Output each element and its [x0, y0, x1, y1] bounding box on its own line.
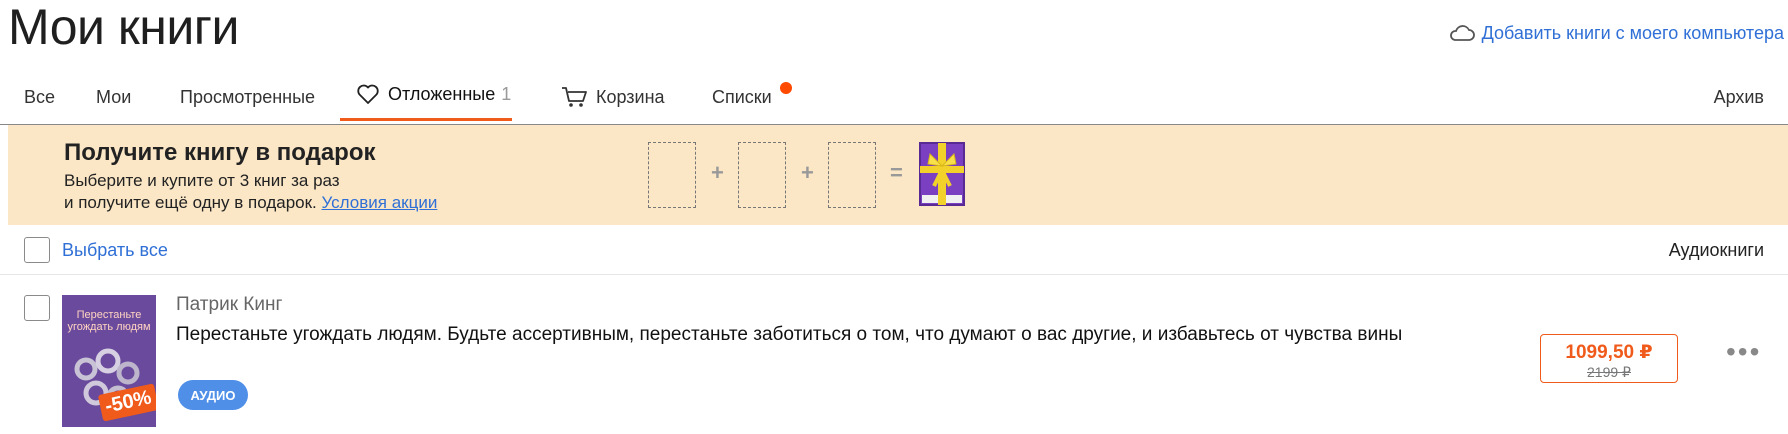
select-all-checkbox[interactable] — [24, 237, 50, 263]
select-all-link[interactable]: Выбрать все — [62, 240, 168, 261]
add-books-label: Добавить книги с моего компьютера — [1481, 22, 1784, 43]
tab-all[interactable]: Все — [24, 70, 55, 124]
tab-all-label: Все — [24, 86, 56, 107]
tab-viewed-label: Просмотренные — [180, 86, 316, 107]
promo-text-line2: и получите ещё одну в подарок. Условия а… — [64, 193, 437, 213]
tab-archive[interactable]: Архив — [1714, 70, 1764, 124]
book-checkbox[interactable] — [24, 295, 50, 321]
tab-viewed[interactable]: Просмотренные — [180, 70, 315, 124]
audiobooks-filter[interactable]: Аудиокниги — [1669, 240, 1764, 261]
book-title[interactable]: Перестаньте угождать людям. Будьте ассер… — [176, 325, 1466, 345]
book-old-price: 2199 ₽ — [1587, 364, 1631, 380]
promo-title: Получите книгу в подарок — [64, 139, 376, 166]
tab-deferred-count: 1 — [501, 83, 512, 104]
book-cover-title: Перестаньте угождать людям — [67, 309, 151, 333]
cloud-icon — [1449, 25, 1475, 41]
selection-bar: Выбрать все Аудиокниги — [0, 226, 1788, 275]
more-icon[interactable]: ••• — [1726, 338, 1761, 366]
tab-my-label: Мои — [96, 86, 132, 107]
promo-book-slot-1 — [648, 142, 696, 208]
book-price: 1099,50 ₽ — [1565, 342, 1653, 363]
promo-text-line2-text: и получите ещё одну в подарок. — [64, 193, 317, 212]
promo-plus-2: + — [801, 160, 814, 185]
tab-deferred-label: Отложенные — [388, 83, 496, 104]
price-button[interactable]: 1099,50 ₽ 2199 ₽ — [1540, 334, 1678, 383]
tab-cart-label: Корзина — [596, 86, 665, 107]
add-books-link[interactable]: Добавить книги с моего компьютера — [1448, 22, 1784, 44]
tab-lists[interactable]: Списки — [712, 70, 772, 124]
promo-terms-link[interactable]: Условия акции — [322, 193, 438, 212]
promo-equals: = — [890, 160, 903, 185]
tab-lists-label: Списки — [712, 86, 772, 107]
book-row: Перестаньте угождать людям -50% Патрик К… — [0, 275, 1788, 434]
promo-banner: Получите книгу в подарок Выберите и купи… — [8, 125, 1788, 225]
notification-dot — [780, 82, 792, 94]
audio-badge: АУДИО — [178, 380, 248, 410]
heart-icon — [357, 84, 379, 104]
promo-book-slot-2 — [738, 142, 786, 208]
promo-text-line1: Выберите и купите от 3 книг за раз — [64, 171, 340, 190]
promo-plus-1: + — [711, 160, 724, 185]
tab-deferred[interactable]: Отложенные 1 — [340, 70, 512, 121]
tab-archive-label: Архив — [1713, 86, 1764, 107]
gift-icon — [919, 142, 965, 206]
book-author[interactable]: Патрик Кинг — [176, 294, 282, 316]
tab-cart[interactable]: Корзина — [560, 70, 665, 124]
tabs-bar: Все Мои Просмотренные Отложенные 1 Корзи… — [0, 70, 1788, 125]
page-title: Мои книги — [8, 0, 239, 55]
cart-icon — [562, 87, 587, 107]
promo-book-slot-3 — [828, 142, 876, 208]
book-cover[interactable]: Перестаньте угождать людям -50% — [62, 295, 156, 427]
tab-my[interactable]: Мои — [96, 70, 131, 124]
